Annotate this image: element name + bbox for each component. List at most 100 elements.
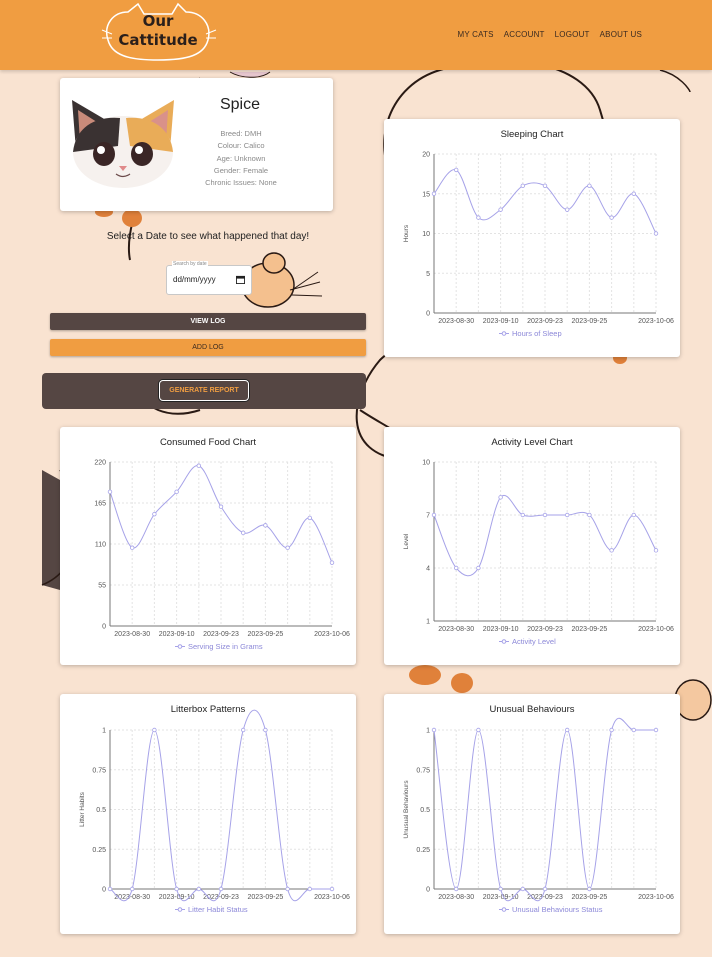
view-log-button[interactable]: VIEW LOG [50, 313, 366, 330]
data-point [285, 886, 290, 892]
data-point [587, 183, 592, 188]
data-point [263, 727, 268, 733]
legend-label: Litter Habit Status [188, 905, 248, 914]
cat-gender: Gender: Female [213, 165, 269, 175]
y-tick-label: 0.5 [420, 807, 430, 814]
sleeping-chart: 0 5 10 15 20 2023-08-30 2023-09-10 2023-09-23 20… [403, 152, 674, 339]
data-point [542, 183, 548, 188]
unusual-behaviours-chart: 00.250.50.7512023-08-30 2023-09-10 2023-09… [403, 717, 674, 914]
data-point [329, 886, 335, 892]
data-point [609, 548, 614, 553]
data-point [431, 727, 437, 733]
select-date-message: Select a Date to see what happened that … [106, 231, 310, 242]
nav-my-cats[interactable]: MY CATS [457, 30, 493, 39]
data-point [609, 215, 614, 220]
y-tick-label: 1 [426, 728, 430, 735]
data-point [218, 504, 224, 509]
logo-line-2: Cattitude [118, 31, 198, 49]
legend-marker [501, 907, 507, 912]
legend-marker [177, 907, 183, 912]
x-tick-label: 2023-10-06 [638, 626, 674, 633]
site-logo[interactable]: Our Cattitude [98, 0, 218, 66]
data-point [476, 215, 481, 220]
x-tick-label: 2023-09-23 [203, 631, 239, 638]
chart-title: Sleeping Chart [500, 129, 564, 140]
top-navbar: Our Cattitude MY CATS ACCOUNT LOGOUT ABO… [0, 0, 712, 70]
x-tick-label: 2023-08-30 [114, 631, 150, 638]
y-tick-label: 0 [102, 887, 106, 894]
activity-chart-card: Activity Level Chart 1 4 7 10 2023-08-30 2023… [384, 427, 680, 665]
y-tick-label: 55 [98, 583, 106, 590]
nav-logout[interactable]: LOGOUT [555, 30, 590, 39]
x-tick-label: 2023-09-25 [247, 631, 283, 638]
chart-title: Activity Level Chart [491, 437, 573, 448]
y-tick-label: 110 [95, 542, 106, 549]
date-search-input[interactable]: Search by date dd/mm/yyyy [166, 261, 252, 295]
cat-avatar [72, 100, 174, 188]
data-point [431, 191, 437, 196]
food-chart: 0 55 110 165 220 2023-08-30 2023-09-10 2023-09-… [94, 460, 350, 652]
y-axis-label: Level [403, 533, 410, 549]
data-point [453, 167, 459, 173]
generate-report-button[interactable]: GENERATE REPORT [159, 380, 249, 401]
cat-profile-card: Spice Breed: DMH Colour: Calico Age: Unk… [60, 78, 333, 211]
chart-title: Consumed Food Chart [159, 437, 257, 448]
data-point [542, 512, 548, 518]
data-point [542, 886, 548, 892]
x-tick-label: 2023-08-30 [438, 318, 474, 325]
data-point [631, 727, 636, 733]
data-point [196, 463, 201, 468]
y-tick-label: 0.75 [416, 767, 430, 774]
data-point [152, 727, 157, 733]
data-point [285, 545, 290, 550]
legend-label: Hours of Sleep [512, 329, 562, 338]
y-tick-label: 1 [426, 619, 430, 626]
chart-title: Unusual Behaviours [489, 704, 575, 715]
x-tick-label: 2023-08-30 [438, 894, 474, 901]
x-tick-label: 2023-09-23 [527, 318, 563, 325]
data-point [520, 183, 525, 188]
data-point [498, 207, 503, 212]
data-point [520, 886, 525, 892]
x-tick-label: 2023-09-25 [247, 894, 283, 901]
data-point [129, 545, 135, 550]
data-point [564, 727, 570, 733]
data-point [476, 727, 481, 733]
y-tick-label: 0.25 [416, 847, 430, 854]
data-point [129, 886, 135, 892]
data-point [307, 515, 312, 521]
data-point [631, 191, 636, 196]
report-panel: GENERATE REPORT [42, 373, 366, 409]
y-tick-label: 20 [422, 152, 430, 159]
nav-about-us[interactable]: ABOUT US [600, 30, 642, 39]
cat-chronic-issues: Chronic Issues: None [205, 178, 277, 188]
y-tick-label: 0.5 [96, 807, 106, 814]
x-tick-label: 2023-08-30 [438, 626, 474, 633]
legend-label: Unusual Behaviours Status [512, 905, 603, 914]
nav-account[interactable]: ACCOUNT [504, 30, 545, 39]
y-tick-label: 7 [426, 513, 430, 520]
data-point [498, 495, 503, 500]
litter-chart: 00.250.50.7512023-08-30 2023-09-10 2023-09… [79, 709, 350, 914]
legend-label: Activity Level [512, 637, 556, 646]
y-tick-label: 165 [94, 501, 106, 508]
data-point [476, 565, 481, 571]
data-point [329, 560, 335, 565]
x-tick-label: 2023-10-06 [638, 318, 674, 325]
y-tick-label: 5 [426, 271, 430, 278]
data-point [453, 886, 459, 892]
main-nav: MY CATS ACCOUNT LOGOUT ABOUT US [457, 30, 642, 39]
data-point [240, 727, 246, 733]
add-log-button[interactable]: ADD LOG [50, 339, 366, 356]
data-point [218, 886, 224, 892]
data-point [631, 512, 636, 518]
y-axis-label: Hours [403, 224, 410, 242]
data-point [564, 207, 570, 212]
data-point [174, 886, 179, 892]
legend-marker [177, 644, 183, 649]
y-axis-label: Litter Habits [79, 791, 86, 826]
data-point [653, 548, 659, 553]
y-tick-label: 15 [422, 191, 430, 198]
x-tick-label: 2023-10-06 [314, 631, 350, 638]
calendar-icon[interactable] [236, 275, 245, 284]
